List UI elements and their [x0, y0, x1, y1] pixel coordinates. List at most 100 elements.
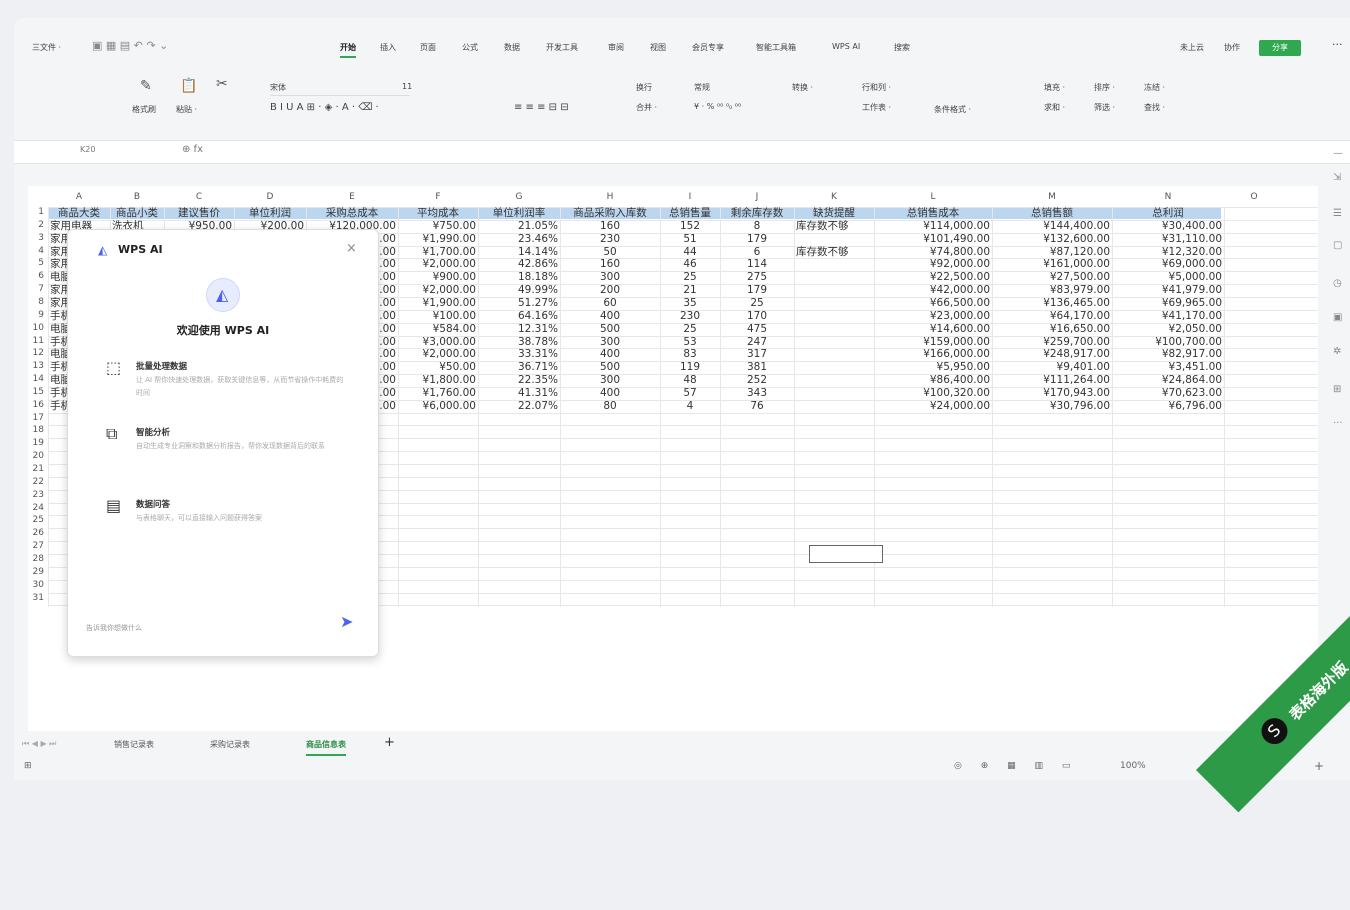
table-cell[interactable]: ¥114,000.00	[876, 220, 990, 232]
table-cell[interactable]: ¥132,600.00	[994, 233, 1110, 245]
table-cell[interactable]: ¥144,400.00	[994, 220, 1110, 232]
table-cell[interactable]: ¥12,320.00	[1114, 246, 1222, 258]
table-cell[interactable]: ¥24,864.00	[1114, 374, 1222, 386]
row-header[interactable]: 11	[28, 336, 48, 346]
table-cell[interactable]: ¥9,401.00	[994, 361, 1110, 373]
table-cell[interactable]: ¥23,000.00	[876, 310, 990, 322]
table-cell[interactable]: 119	[662, 361, 718, 373]
table-cell[interactable]: ¥14,600.00	[876, 323, 990, 335]
select-icon[interactable]: ⇲	[1333, 172, 1341, 183]
table-cell[interactable]: ¥166,000.00	[876, 348, 990, 360]
font-name-select[interactable]: 宋体	[270, 82, 410, 96]
row-header[interactable]: 2	[28, 220, 48, 230]
header-cell[interactable]: 剩余库存数	[722, 207, 792, 219]
add-sheet-button[interactable]: +	[384, 735, 395, 750]
tab-wps-ai[interactable]: WPS AI	[832, 42, 860, 51]
table-cell[interactable]: ¥69,000.00	[1114, 258, 1222, 270]
table-cell[interactable]: 300	[562, 336, 658, 348]
table-cell[interactable]: 46	[662, 258, 718, 270]
table-cell[interactable]: ¥6,796.00	[1114, 400, 1222, 412]
table-cell[interactable]: 343	[722, 387, 792, 399]
column-header[interactable]: B	[110, 192, 164, 202]
table-cell[interactable]: ¥42,000.00	[876, 284, 990, 296]
table-cell[interactable]: ¥83,979.00	[994, 284, 1110, 296]
header-cell[interactable]: 总销售成本	[876, 207, 990, 219]
history-icon[interactable]: ◷	[1333, 278, 1342, 289]
sort-button[interactable]: 排序 ·	[1094, 82, 1115, 93]
header-cell[interactable]: 总销售额	[994, 207, 1110, 219]
table-cell[interactable]: ¥30,400.00	[1114, 220, 1222, 232]
tab-review[interactable]: 审阅	[608, 42, 624, 53]
table-cell[interactable]: ¥161,000.00	[994, 258, 1110, 270]
tab-insert[interactable]: 插入	[380, 42, 396, 53]
table-cell[interactable]	[796, 361, 872, 373]
table-cell[interactable]: 50	[562, 246, 658, 258]
row-header[interactable]: 12	[28, 348, 48, 358]
font-style-tools[interactable]: B I U A ⊞ · ◈ · A · ⌫ ·	[270, 102, 379, 113]
column-header[interactable]: I	[660, 192, 720, 202]
table-cell[interactable]: 64.16%	[480, 310, 558, 322]
row-header[interactable]: 5	[28, 258, 48, 268]
quick-access-tools[interactable]: ▣ ▦ ▤ ↶ ↷ ⌄	[92, 39, 168, 52]
table-cell[interactable]: ¥2,000.00	[400, 258, 476, 270]
tab-smart-toolbox[interactable]: 智能工具箱	[756, 42, 796, 53]
header-cell[interactable]: 商品大类	[50, 207, 108, 219]
row-header[interactable]: 4	[28, 246, 48, 256]
sum-button[interactable]: 求和 ·	[1044, 102, 1065, 113]
table-cell[interactable]	[796, 374, 872, 386]
table-cell[interactable]	[796, 297, 872, 309]
table-cell[interactable]: ¥74,800.00	[876, 246, 990, 258]
table-cell[interactable]: ¥900.00	[400, 271, 476, 283]
row-header[interactable]: 23	[28, 490, 48, 500]
table-cell[interactable]: ¥16,650.00	[994, 323, 1110, 335]
close-icon[interactable]: ×	[346, 241, 357, 256]
paste-label[interactable]: 粘贴 ·	[176, 104, 197, 115]
table-cell[interactable]: ¥2,050.00	[1114, 323, 1222, 335]
table-cell[interactable]: ¥31,110.00	[1114, 233, 1222, 245]
table-cell[interactable]: 25	[662, 323, 718, 335]
row-header[interactable]: 25	[28, 515, 48, 525]
header-cell[interactable]: 单位利润	[236, 207, 304, 219]
row-header[interactable]: 16	[28, 400, 48, 410]
table-cell[interactable]: ¥70,623.00	[1114, 387, 1222, 399]
image-icon[interactable]: ▣	[1333, 312, 1342, 323]
fill-button[interactable]: 填充 ·	[1044, 82, 1065, 93]
table-cell[interactable]: 80	[562, 400, 658, 412]
merge-button[interactable]: 合并 ·	[636, 102, 657, 113]
column-header[interactable]: H	[560, 192, 660, 202]
table-cell[interactable]: 14.14%	[480, 246, 558, 258]
row-header[interactable]: 15	[28, 387, 48, 397]
sheet-tab-purchase[interactable]: 采购记录表	[210, 739, 250, 750]
table-cell[interactable]: 41.31%	[480, 387, 558, 399]
format-icon[interactable]: ☰	[1333, 208, 1342, 219]
cloud-status[interactable]: 未上云	[1180, 42, 1204, 53]
table-cell[interactable]	[796, 258, 872, 270]
table-cell[interactable]: ¥136,465.00	[994, 297, 1110, 309]
table-cell[interactable]: 51.27%	[480, 297, 558, 309]
file-menu[interactable]: 三文件 ·	[32, 42, 61, 53]
header-cell[interactable]: 采购总成本	[308, 207, 396, 219]
row-header[interactable]: 18	[28, 425, 48, 435]
table-cell[interactable]: 25	[722, 297, 792, 309]
table-cell[interactable]: ¥111,264.00	[994, 374, 1110, 386]
row-header[interactable]: 3	[28, 233, 48, 243]
tab-search[interactable]: 搜索	[894, 42, 910, 53]
table-cell[interactable]: ¥159,000.00	[876, 336, 990, 348]
row-header[interactable]: 24	[28, 503, 48, 513]
header-cell[interactable]: 平均成本	[400, 207, 476, 219]
table-cell[interactable]: 200	[562, 284, 658, 296]
table-cell[interactable]: ¥22,500.00	[876, 271, 990, 283]
table-cell[interactable]: ¥69,965.00	[1114, 297, 1222, 309]
row-header[interactable]: 22	[28, 477, 48, 487]
table-cell[interactable]: ¥259,700.00	[994, 336, 1110, 348]
table-cell[interactable]: 21	[662, 284, 718, 296]
table-cell[interactable]: 53	[662, 336, 718, 348]
column-header[interactable]: M	[992, 192, 1112, 202]
row-header[interactable]: 9	[28, 310, 48, 320]
table-cell[interactable]: ¥101,490.00	[876, 233, 990, 245]
zoom-level[interactable]: 100%	[1120, 761, 1146, 771]
table-cell[interactable]: 4	[662, 400, 718, 412]
tab-developer[interactable]: 开发工具	[546, 42, 578, 53]
fx-icon[interactable]: ⊕ fx	[182, 144, 203, 155]
table-cell[interactable]: 500	[562, 323, 658, 335]
